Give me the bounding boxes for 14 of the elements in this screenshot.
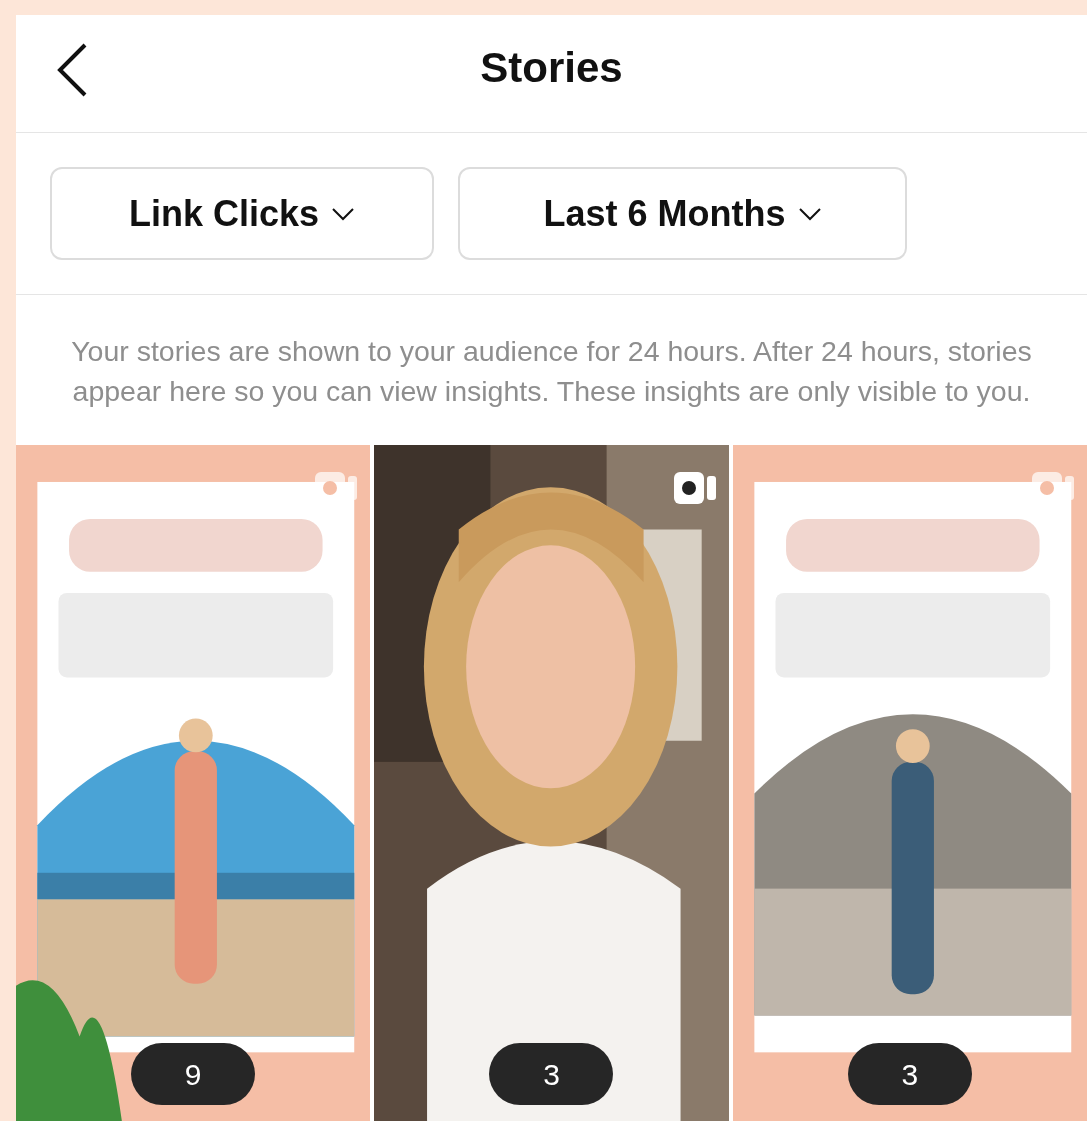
- link-clicks-count: 3: [489, 1043, 614, 1105]
- chevron-down-icon: [331, 206, 356, 221]
- story-thumbnail[interactable]: 3: [732, 445, 1087, 1121]
- story-thumbnail[interactable]: 9: [16, 445, 371, 1121]
- story-thumbnail[interactable]: 3: [374, 445, 729, 1121]
- filter-dropdown[interactable]: Last 6 Months: [458, 167, 907, 260]
- page-title: Stories: [480, 43, 623, 93]
- video-camera-icon: [672, 471, 717, 505]
- link-clicks-count: 9: [131, 1043, 256, 1105]
- description-text: Your stories are shown to your audience for 24 hours. After 24 hours, stories appear here so you can view insights. These insights are only visible to you.: [70, 334, 1033, 409]
- chevron-down-icon: [797, 206, 822, 221]
- link-clicks-count: 3: [847, 1043, 972, 1105]
- filter-dropdown[interactable]: Link Clicks: [50, 167, 434, 260]
- chevron-left-icon: [56, 43, 88, 97]
